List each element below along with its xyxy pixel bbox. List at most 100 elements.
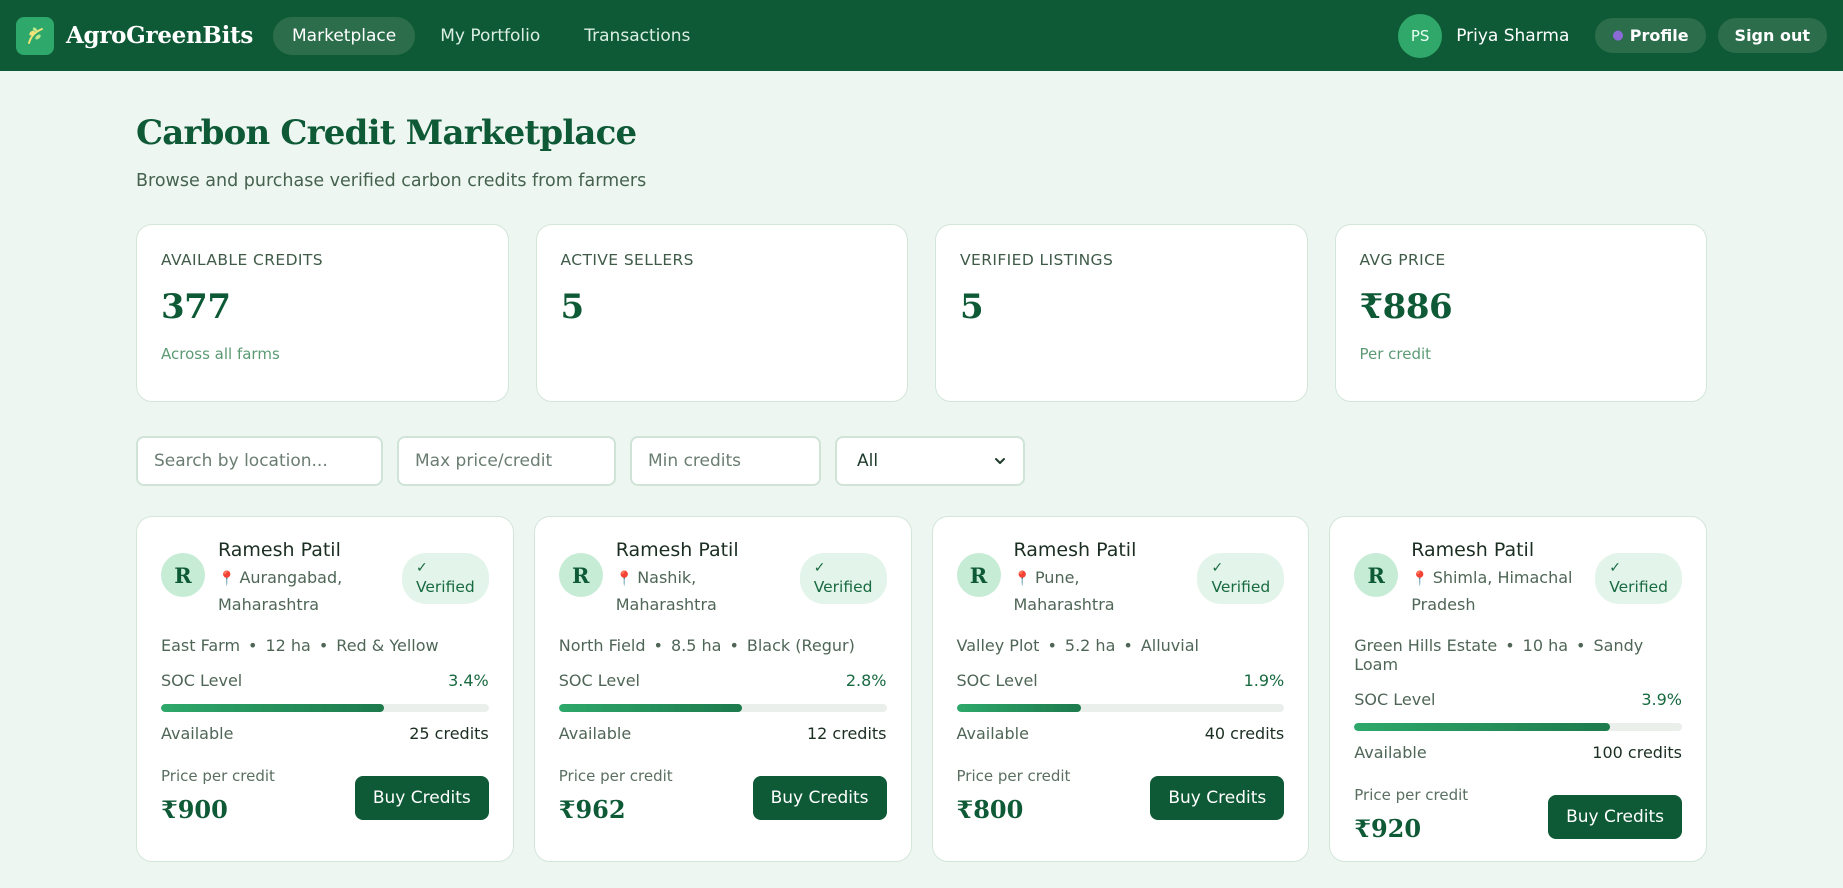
map-pin-icon: 📍 — [218, 571, 236, 587]
page-subtitle: Browse and purchase verified carbon cred… — [136, 171, 647, 191]
soc-value: 1.9% — [1243, 671, 1285, 690]
soc-progress-bar — [956, 704, 1285, 712]
farm-name: Green Hills Estate — [1354, 636, 1498, 655]
separator-dot: • — [729, 636, 739, 655]
farm-name: East Farm — [161, 636, 241, 655]
max-price-input[interactable] — [397, 436, 616, 486]
available-row: Available 12 credits — [559, 724, 887, 743]
seller-name: Ramesh Patil — [1411, 539, 1535, 561]
soc-progress-fill — [558, 704, 743, 712]
verified-badge: ✓ Verified — [401, 553, 489, 604]
price-label: Price per credit — [558, 767, 673, 785]
stat-note: Per credit — [1359, 345, 1432, 363]
min-credits-input[interactable] — [630, 436, 821, 486]
location-line2: Pradesh — [1411, 595, 1476, 614]
page-title: Carbon Credit Marketplace — [136, 113, 637, 153]
buy-credits-button[interactable]: Buy Credits — [1150, 776, 1285, 820]
farm-area: 10 ha — [1522, 636, 1569, 655]
seller-location: 📍 Nashik, Maharashtra — [616, 565, 800, 618]
location-line1: Nashik, — [637, 568, 697, 587]
stat-label: AVAILABLE CREDITS — [161, 251, 323, 269]
available-label: Available — [558, 724, 632, 743]
soc-label: SOC Level — [558, 671, 640, 690]
separator-dot: • — [248, 636, 258, 655]
sign-out-label: Sign out — [1734, 26, 1810, 45]
stat-card-verified-listings: VERIFIED LISTINGS 5 — [935, 224, 1308, 402]
user-area: PS Priya Sharma ● Profile Sign out — [1398, 13, 1827, 58]
buy-credits-button[interactable]: Buy Credits — [1548, 795, 1682, 839]
price-value: ₹962 — [558, 795, 626, 824]
soc-value: 3.9% — [1641, 690, 1682, 709]
stat-value: 5 — [960, 287, 984, 327]
available-value: 12 credits — [806, 724, 887, 743]
profile-button[interactable]: ● Profile — [1595, 18, 1706, 53]
soc-row: SOC Level 3.4% — [161, 671, 489, 690]
price-label: Price per credit — [956, 767, 1071, 785]
buy-credits-button[interactable]: Buy Credits — [752, 776, 887, 820]
separator-dot: • — [1505, 636, 1515, 655]
farm-area: 8.5 ha — [670, 636, 722, 655]
map-pin-icon: 📍 — [1411, 571, 1429, 587]
separator-dot: • — [1123, 636, 1133, 655]
price-block: Price per credit ₹920 — [1354, 786, 1468, 843]
soil-type: Alluvial — [1140, 636, 1199, 655]
farm-meta: Green Hills Estate • 10 ha • Sandy Loam — [1354, 636, 1682, 674]
price-row: Price per credit ₹920 Buy Credits — [1354, 786, 1682, 843]
soc-label: SOC Level — [956, 671, 1038, 690]
sign-out-button[interactable]: Sign out — [1717, 18, 1827, 53]
main-nav: Marketplace My Portfolio Transactions — [273, 16, 715, 55]
farm-area: 5.2 ha — [1064, 636, 1116, 655]
listing-grid: R Ramesh Patil 📍 Aurangabad, Maharashtra ✓… — [136, 516, 1707, 862]
verified-label: Verified — [813, 578, 873, 596]
brand-name: AgroGreenBits — [66, 22, 253, 49]
seller-name: Ramesh Patil — [1013, 539, 1137, 561]
check-icon: ✓ — [1211, 560, 1224, 576]
separator-dot: • — [1047, 636, 1057, 655]
farm-area: 12 ha — [265, 636, 311, 655]
stat-value: 377 — [161, 287, 231, 327]
available-row: Available 40 credits — [957, 724, 1285, 743]
location-line2: Maharashtra — [615, 595, 717, 614]
stats-row: AVAILABLE CREDITS 377 Across all farms A… — [136, 224, 1707, 402]
select-value: All — [857, 451, 879, 471]
seller-name: Ramesh Patil — [615, 539, 739, 561]
soc-progress-fill — [956, 704, 1082, 712]
seller-header: R Ramesh Patil 📍 Nashik, Maharashtra ✓ Ver… — [558, 539, 887, 618]
seller-location: 📍 Shimla, Himachal Pradesh — [1411, 565, 1595, 618]
user-name: Priya Sharma — [1456, 25, 1570, 46]
seller-avatar: R — [1354, 553, 1399, 597]
price-label: Price per credit — [1354, 786, 1469, 804]
soc-label: SOC Level — [1354, 690, 1436, 709]
stat-label: AVG PRICE — [1359, 251, 1446, 269]
stat-label: VERIFIED LISTINGS — [960, 251, 1114, 269]
user-avatar[interactable]: PS — [1398, 13, 1443, 58]
verification-filter-select[interactable]: All — [835, 436, 1025, 486]
location-line1: Pune, — [1034, 568, 1080, 587]
farm-meta: East Farm • 12 ha • Red & Yellow — [161, 636, 489, 655]
main-content: Carbon Credit Marketplace Browse and pur… — [0, 113, 1843, 862]
location-line1: Shimla, Himachal — [1432, 568, 1573, 587]
nav-my-portfolio[interactable]: My Portfolio — [421, 17, 559, 55]
separator-dot: • — [318, 636, 329, 655]
price-block: Price per credit ₹800 — [957, 767, 1071, 824]
seller-avatar: R — [558, 553, 603, 597]
price-value: ₹920 — [1354, 814, 1422, 843]
verified-label: Verified — [1609, 578, 1668, 596]
check-icon: ✓ — [1609, 560, 1621, 576]
location-line2: Maharashtra — [1013, 595, 1115, 614]
location-search-input[interactable] — [136, 436, 383, 486]
price-block: Price per credit ₹962 — [559, 767, 673, 824]
listing-card: R Ramesh Patil 📍 Shimla, Himachal Pradesh … — [1329, 516, 1707, 862]
available-row: Available 100 credits — [1354, 743, 1682, 762]
nav-transactions[interactable]: Transactions — [565, 17, 709, 55]
available-label: Available — [161, 724, 234, 743]
stat-note: Across all farms — [161, 345, 280, 363]
map-pin-icon: 📍 — [615, 571, 634, 587]
seller-header: R Ramesh Patil 📍 Shimla, Himachal Pradesh … — [1354, 539, 1682, 618]
seller-info: Ramesh Patil 📍 Shimla, Himachal Pradesh — [1411, 539, 1595, 618]
nav-marketplace[interactable]: Marketplace — [273, 16, 416, 55]
verified-badge: ✓ Verified — [799, 553, 887, 604]
brand-logo[interactable]: AgroGreenBits — [16, 16, 253, 55]
buy-credits-button[interactable]: Buy Credits — [354, 776, 489, 820]
stat-value: 5 — [560, 287, 585, 327]
